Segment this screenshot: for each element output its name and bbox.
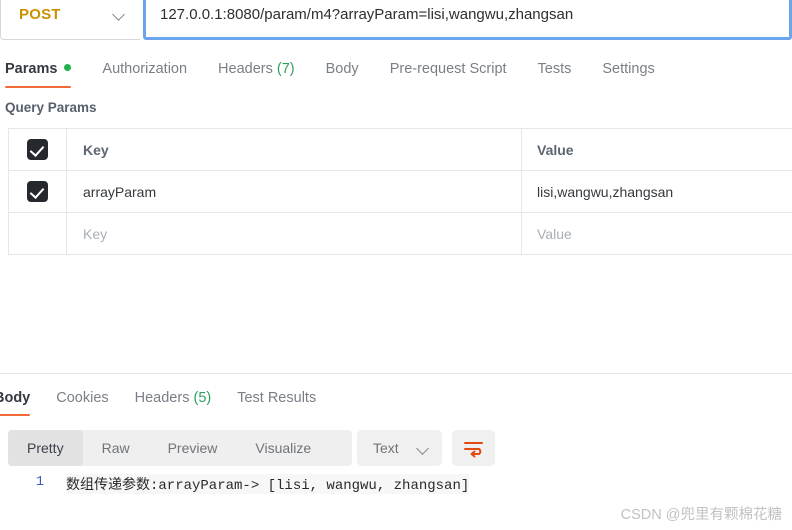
param-value-value: lisi,wangwu,zhangsan (537, 183, 674, 200)
select-all-checkbox-cell[interactable] (9, 129, 67, 170)
tab-body[interactable]: Body (326, 61, 359, 79)
checkbox-checked-icon[interactable] (27, 139, 48, 160)
response-tab-test-results[interactable]: Test Results (237, 390, 316, 408)
response-divider (0, 373, 792, 374)
tab-pre-request-script[interactable]: Pre-request Script (390, 61, 507, 79)
query-params-title: Query Params (5, 100, 97, 115)
column-header-value: Value (522, 129, 792, 170)
response-viewer-mode-bar: Pretty Raw Preview Visualize (8, 430, 352, 466)
unsaved-dot-icon (64, 64, 72, 71)
word-wrap-button[interactable] (452, 430, 495, 466)
param-value-input[interactable]: lisi,wangwu,zhangsan (522, 171, 792, 212)
param-key-input[interactable]: arrayParam (67, 171, 522, 212)
url-value: 127.0.0.1:8080/param/m4?arrayParam=lisi,… (160, 5, 574, 23)
response-format-selector[interactable]: Text (357, 430, 442, 466)
tab-tests[interactable]: Tests (538, 61, 572, 79)
query-params-table: Key Value arrayParam lisi,wangwu,zhangsa… (8, 128, 792, 255)
table-row: arrayParam lisi,wangwu,zhangsan (9, 171, 792, 213)
chevron-down-icon (113, 8, 126, 21)
http-method-selector[interactable]: POST (0, 0, 140, 40)
param-key-placeholder: Key (83, 225, 108, 242)
watermark: CSDN @兜里有颗棉花糖 (620, 507, 782, 523)
viewer-mode-preview[interactable]: Preview (149, 430, 237, 466)
response-body-viewer: 1 数组传递参数:arrayParam-> [lisi, wangwu, zha… (0, 474, 792, 502)
response-body-text: 数组传递参数:arrayParam-> [lisi, wangwu, zhang… (66, 474, 470, 494)
table-row-empty: Key Value (9, 213, 792, 255)
column-header-key: Key (67, 129, 522, 170)
viewer-mode-visualize[interactable]: Visualize (236, 430, 330, 466)
response-tabs: Body Cookies Headers (5) Test Results (0, 386, 792, 416)
response-tab-headers[interactable]: Headers (5) (135, 390, 212, 408)
table-header-row: Key Value (9, 129, 792, 171)
response-tab-cookies[interactable]: Cookies (56, 390, 108, 408)
request-bar: POST 127.0.0.1:8080/param/m4?arrayParam=… (0, 0, 792, 40)
request-tabs: Params Authorization Headers (7) Body Pr… (0, 55, 792, 88)
http-method-label: POST (19, 5, 61, 23)
tab-headers-count: (7) (276, 61, 295, 77)
row-checkbox-cell-empty[interactable] (9, 213, 67, 254)
response-format-label: Text (373, 440, 399, 456)
param-value-input-empty[interactable]: Value (522, 213, 792, 254)
param-key-input-empty[interactable]: Key (67, 213, 522, 254)
response-tab-body[interactable]: Body (0, 390, 31, 416)
tab-headers[interactable]: Headers (7) (218, 61, 295, 79)
viewer-mode-raw[interactable]: Raw (83, 430, 149, 466)
checkbox-checked-icon[interactable] (27, 181, 48, 202)
column-header-value-label: Value (537, 141, 574, 158)
param-key-value: arrayParam (83, 183, 157, 200)
line-number: 1 (35, 475, 44, 490)
response-tab-headers-count: (5) (193, 390, 212, 406)
chevron-down-icon (417, 442, 430, 455)
tab-authorization[interactable]: Authorization (102, 61, 187, 79)
param-value-placeholder: Value (537, 225, 572, 242)
tab-params[interactable]: Params (5, 61, 72, 88)
tab-params-label: Params (5, 61, 58, 77)
viewer-mode-pretty[interactable]: Pretty (8, 430, 83, 466)
tab-headers-label: Headers (218, 61, 273, 77)
response-tab-headers-label: Headers (134, 390, 190, 406)
row-checkbox-cell[interactable] (9, 171, 67, 212)
tab-settings[interactable]: Settings (602, 61, 654, 79)
word-wrap-icon (463, 442, 483, 458)
url-input[interactable]: 127.0.0.1:8080/param/m4?arrayParam=lisi,… (143, 0, 792, 40)
column-header-key-label: Key (83, 141, 109, 158)
